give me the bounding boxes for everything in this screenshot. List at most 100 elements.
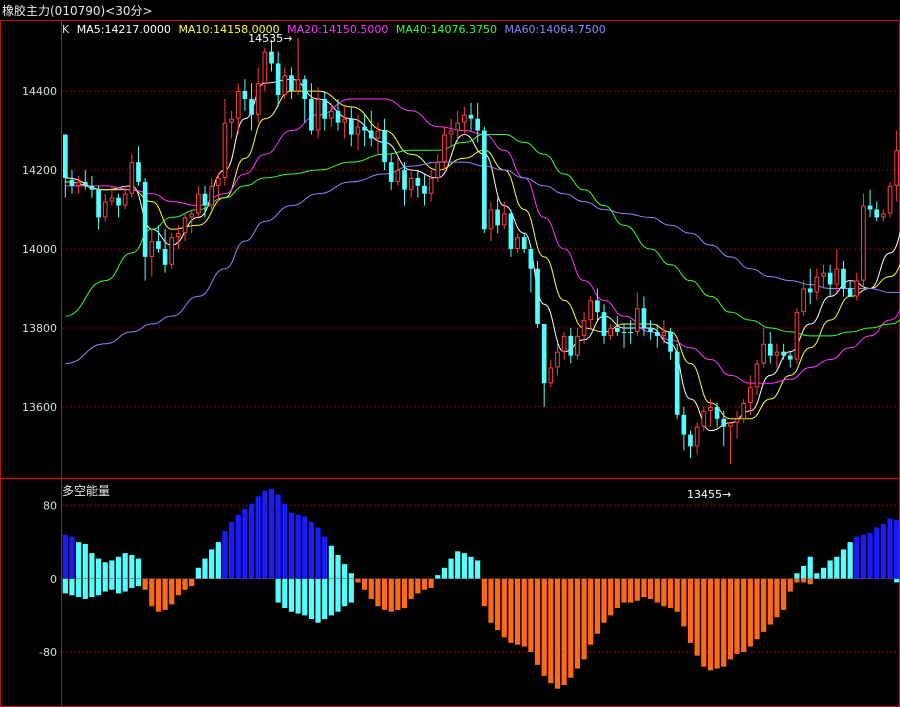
candle-body-down: [528, 249, 534, 269]
candle-body-down: [362, 126, 367, 131]
candle: [847, 280, 853, 297]
candle: [289, 67, 294, 99]
candle: [721, 410, 727, 447]
candle: [102, 193, 108, 222]
candle-body-up: [109, 197, 115, 202]
candle-body-up: [548, 367, 554, 384]
candle: [734, 410, 740, 439]
candle: [688, 430, 693, 459]
candle-body-up: [149, 241, 155, 257]
energy-bar-negative: [421, 578, 428, 590]
energy-bar-companion: [348, 578, 354, 603]
energy-bar-positive: [288, 512, 295, 579]
candle: [521, 233, 527, 253]
energy-bar-negative: [721, 578, 727, 667]
candle-body-up: [754, 363, 760, 388]
candle: [841, 260, 846, 297]
candle-body-down: [841, 268, 846, 289]
candle: [229, 110, 234, 139]
candle: [674, 343, 680, 419]
candle: [215, 173, 221, 202]
candle: [894, 130, 900, 202]
candle: [535, 260, 540, 328]
energy-bar-positive: [441, 567, 448, 579]
energy-bar-negative: [381, 578, 388, 610]
candle-body-up: [255, 83, 261, 115]
candle: [774, 343, 780, 368]
energy-bar-negative: [694, 578, 700, 656]
candle-body-down: [874, 209, 880, 218]
energy-bar-negative: [661, 578, 667, 607]
candle: [76, 175, 81, 194]
candle-body-down: [641, 308, 647, 328]
candle-body-down: [595, 300, 600, 313]
candle-body-down: [302, 79, 308, 99]
energy-bar-positive: [880, 523, 886, 579]
candle-body-up: [408, 177, 414, 190]
candle-body-up: [395, 170, 401, 182]
candle-body-down: [388, 162, 394, 182]
candle-body-up: [575, 335, 580, 356]
candle-body-down: [415, 177, 421, 186]
candle: [481, 126, 487, 234]
energy-bar-positive: [109, 560, 115, 579]
candle-body-up: [235, 91, 241, 119]
energy-bar-negative: [667, 578, 674, 609]
candle-body-down: [249, 98, 254, 115]
candle-body-down: [382, 130, 387, 163]
candle-body-down: [688, 434, 693, 447]
candle: [156, 225, 161, 253]
energy-bar-negative: [687, 578, 694, 643]
candle: [821, 264, 826, 289]
candle: [661, 320, 667, 344]
candle-body-up: [561, 335, 567, 352]
energy-bar-negative: [674, 578, 680, 612]
energy-bar-positive: [76, 542, 82, 579]
candle: [89, 175, 95, 198]
candle: [342, 106, 347, 139]
energy-bar-negative: [501, 578, 507, 638]
energy-bar-negative: [581, 578, 587, 660]
energy-bar-negative: [368, 578, 374, 599]
candle: [601, 304, 607, 344]
candle-body-up: [129, 162, 135, 194]
energy-bar-positive: [887, 518, 893, 579]
energy-bar-positive: [235, 514, 241, 579]
energy-bar-negative: [734, 578, 740, 654]
candle: [528, 245, 534, 293]
candle: [422, 173, 427, 206]
price-annotations: 14535→13455→: [248, 32, 731, 501]
energy-bar-positive: [847, 542, 853, 579]
energy-bar-positive: [282, 503, 288, 579]
candle-body-down: [714, 406, 720, 419]
energy-bar-positive: [854, 536, 860, 579]
energy-bar-negative: [641, 578, 647, 598]
candle-body-down: [615, 327, 620, 332]
candle: [861, 193, 866, 289]
energy-bar-negative: [528, 578, 534, 653]
energy-bar-negative: [741, 578, 747, 653]
candle-body-up: [748, 387, 753, 403]
price-tick-label: 14000: [22, 243, 57, 256]
energy-bar-positive: [229, 521, 235, 579]
energy-bar-positive: [322, 536, 328, 579]
candle: [182, 213, 188, 242]
candle: [428, 170, 434, 202]
candle-body-up: [694, 426, 700, 447]
candle: [548, 359, 554, 388]
candle-body-down: [309, 98, 314, 131]
candle: [468, 102, 474, 131]
candle-body-up: [634, 308, 640, 332]
energy-bar-companion: [89, 578, 95, 598]
energy-bar-negative: [767, 578, 773, 625]
candle: [694, 422, 700, 455]
candle: [761, 327, 766, 368]
energy-bar-negative: [754, 578, 760, 640]
candle-body-up: [375, 130, 381, 139]
candle-body-up: [222, 122, 228, 178]
energy-bar-negative: [189, 578, 195, 587]
energy-bar-positive: [268, 488, 275, 579]
energy-bar-negative: [761, 578, 767, 632]
energy-bar-positive: [262, 490, 268, 579]
energy-bar-companion: [800, 565, 807, 579]
